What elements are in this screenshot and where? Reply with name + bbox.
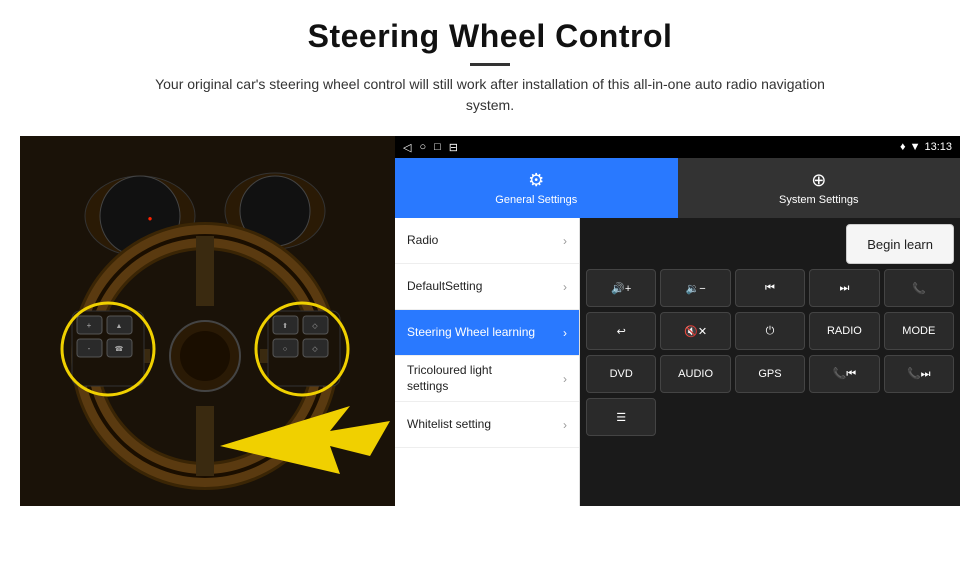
svg-text:☎: ☎	[115, 345, 124, 353]
audio-label: AUDIO	[678, 368, 713, 380]
home-icon[interactable]: ○	[419, 141, 426, 153]
phone-next-icon: 📞⏭	[907, 367, 931, 381]
menu-item-tricoloured-label: Tricoloured lightsettings	[407, 363, 492, 394]
menu-arrow-steering: ›	[563, 326, 567, 340]
next-track-icon: ⏭	[839, 282, 849, 295]
steering-wheel-bg: ● + ▲ -	[20, 136, 395, 506]
audio-button[interactable]: AUDIO	[660, 355, 730, 393]
svg-text:⬆: ⬆	[282, 322, 288, 330]
page-header: Steering Wheel Control Your original car…	[0, 0, 980, 126]
next-track-button[interactable]: ⏭	[809, 269, 879, 307]
begin-learn-button[interactable]: Begin learn	[846, 224, 954, 264]
menu-item-whitelist[interactable]: Whitelist setting ›	[395, 402, 579, 448]
tab-general-label: General Settings	[495, 194, 577, 206]
phone-prev-icon: 📞⏮	[833, 367, 857, 381]
screenshot-icon[interactable]: ⊟	[449, 141, 458, 154]
radio-label: RADIO	[827, 325, 862, 337]
tab-bar: ⚙ General Settings ⊕ System Settings	[395, 158, 960, 218]
phone-prev-button[interactable]: 📞⏮	[809, 355, 879, 393]
menu-arrow-radio: ›	[563, 234, 567, 248]
menu-item-whitelist-label: Whitelist setting	[407, 417, 491, 433]
svg-text:+: +	[87, 321, 92, 330]
steering-wheel-svg: ● + ▲ -	[20, 136, 395, 506]
menu-item-steering-label: Steering Wheel learning	[407, 325, 535, 341]
power-button[interactable]: ⏻	[735, 312, 805, 350]
menu-item-default[interactable]: DefaultSetting ›	[395, 264, 579, 310]
radio-button[interactable]: RADIO	[809, 312, 879, 350]
svg-text:▲: ▲	[116, 323, 123, 330]
phone-next-button[interactable]: 📞⏭	[884, 355, 954, 393]
vol-up-icon: 🔊+	[611, 282, 631, 295]
list-icon: ☰	[616, 411, 626, 424]
mute-button[interactable]: 🔇✕	[660, 312, 730, 350]
general-settings-icon: ⚙	[528, 170, 544, 191]
list-button[interactable]: ☰	[586, 398, 656, 436]
dvd-label: DVD	[610, 368, 633, 380]
power-icon: ⏻	[766, 325, 775, 338]
recents-icon[interactable]: □	[434, 141, 441, 153]
phone-icon: 📞	[912, 282, 926, 295]
vol-up-button[interactable]: 🔊+	[586, 269, 656, 307]
menu-item-tricoloured[interactable]: Tricoloured lightsettings ›	[395, 356, 579, 402]
svg-text:◇: ◇	[312, 346, 318, 353]
right-controls: Begin learn 🔊+ 🔉− ⏮ ⏭ 📞 ↩ 🔇✕ ⏻ RADIO MOD	[580, 218, 960, 506]
content-area: ● + ▲ -	[20, 136, 960, 506]
control-row-4: ☰	[586, 398, 954, 436]
menu-arrow-whitelist: ›	[563, 418, 567, 432]
android-panel: ◁ ○ □ ⊟ ♦ ▼ 13:13 ⚙ General Settings ⊕ S…	[395, 136, 960, 506]
begin-learn-row: Begin learn	[586, 224, 954, 264]
svg-text:●: ●	[148, 214, 153, 223]
svg-text:◇: ◇	[312, 323, 318, 330]
header-divider	[470, 63, 510, 66]
prev-track-icon: ⏮	[765, 282, 775, 295]
system-settings-icon: ⊕	[811, 170, 826, 191]
svg-text:○: ○	[283, 346, 287, 353]
tab-system-label: System Settings	[779, 194, 858, 206]
hang-up-button[interactable]: ↩	[586, 312, 656, 350]
prev-track-button[interactable]: ⏮	[735, 269, 805, 307]
tab-system[interactable]: ⊕ System Settings	[678, 158, 961, 218]
main-split: Radio › DefaultSetting › Steering Wheel …	[395, 218, 960, 506]
page-title: Steering Wheel Control	[40, 18, 940, 55]
hang-up-icon: ↩	[617, 325, 626, 338]
menu-item-radio-label: Radio	[407, 233, 438, 249]
gps-label: GPS	[758, 368, 781, 380]
menu-item-steering[interactable]: Steering Wheel learning ›	[395, 310, 579, 356]
dvd-button[interactable]: DVD	[586, 355, 656, 393]
signal-icon: ▼	[910, 141, 921, 153]
mode-button[interactable]: MODE	[884, 312, 954, 350]
control-row-2: ↩ 🔇✕ ⏻ RADIO MODE	[586, 312, 954, 350]
vol-down-icon: 🔉−	[686, 282, 706, 295]
phone-button[interactable]: 📞	[884, 269, 954, 307]
clock: 13:13	[924, 141, 952, 153]
status-bar: ◁ ○ □ ⊟ ♦ ▼ 13:13	[395, 136, 960, 158]
menu-item-radio[interactable]: Radio ›	[395, 218, 579, 264]
car-image: ● + ▲ -	[20, 136, 395, 506]
svg-text:-: -	[88, 344, 91, 353]
mute-icon: 🔇✕	[684, 325, 707, 338]
header-description: Your original car's steering wheel contr…	[140, 74, 840, 116]
location-icon: ♦	[900, 141, 906, 153]
gps-button[interactable]: GPS	[735, 355, 805, 393]
control-row-1: 🔊+ 🔉− ⏮ ⏭ 📞	[586, 269, 954, 307]
menu-arrow-tricoloured: ›	[563, 372, 567, 386]
tab-general[interactable]: ⚙ General Settings	[395, 158, 678, 218]
back-icon[interactable]: ◁	[403, 141, 411, 154]
vol-down-button[interactable]: 🔉−	[660, 269, 730, 307]
control-row-3: DVD AUDIO GPS 📞⏮ 📞⏭	[586, 355, 954, 393]
status-bar-left: ◁ ○ □ ⊟	[403, 141, 458, 154]
menu-arrow-default: ›	[563, 280, 567, 294]
status-bar-right: ♦ ▼ 13:13	[900, 141, 952, 153]
mode-label: MODE	[902, 325, 935, 337]
left-menu: Radio › DefaultSetting › Steering Wheel …	[395, 218, 580, 506]
menu-item-default-label: DefaultSetting	[407, 279, 482, 295]
